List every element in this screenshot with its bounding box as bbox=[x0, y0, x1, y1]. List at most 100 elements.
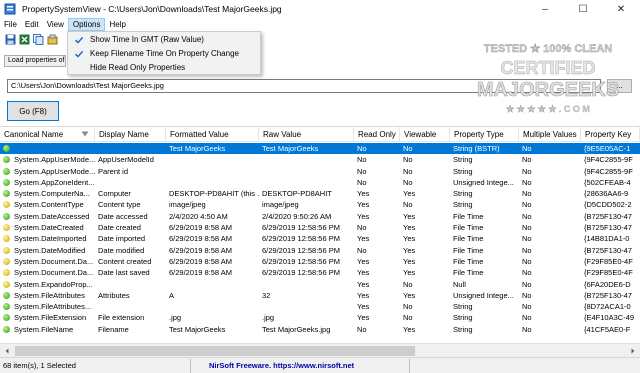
table-cell: 2/4/2020 4:50 AM bbox=[169, 211, 228, 221]
option-show-time-gmt[interactable]: Show Time In GMT (Raw Value) bbox=[68, 33, 260, 47]
table-row[interactable]: System.FileExtension File extension .jpg .j… bbox=[0, 312, 640, 323]
table-cell: image/jpeg bbox=[169, 200, 206, 210]
column-header[interactable]: Property Type bbox=[450, 127, 519, 142]
table-row[interactable]: System.ContentType Content type image/jpeg… bbox=[0, 199, 640, 210]
column-header[interactable]: Formatted Value bbox=[166, 127, 259, 142]
scroll-left-icon[interactable] bbox=[0, 344, 14, 358]
table-row[interactable]: System.FileAttributes... Yes No String No {8D… bbox=[0, 301, 640, 312]
table-cell: Yes bbox=[357, 211, 370, 221]
column-header[interactable]: Raw Value bbox=[259, 127, 354, 142]
table-cell: File Time bbox=[453, 234, 484, 244]
table-row[interactable]: System.FileAttributes Attributes A 32 Yes Yes… bbox=[0, 290, 640, 301]
column-header[interactable]: Multiple Values bbox=[519, 127, 581, 142]
menu-options[interactable]: Options bbox=[67, 18, 106, 31]
table-cell: Test MajorGeeks bbox=[262, 144, 319, 153]
table-cell: {28636AA6-9 bbox=[584, 189, 629, 199]
table-cell: {F29F85E0-4F bbox=[584, 256, 633, 266]
menu-file[interactable]: File bbox=[0, 18, 21, 31]
table-cell: No bbox=[357, 144, 367, 153]
table-cell: String bbox=[453, 313, 473, 323]
table-cell: 6/29/2019 8:58 AM bbox=[169, 268, 232, 278]
sort-descending-icon bbox=[81, 131, 89, 137]
minimize-button[interactable]: – bbox=[526, 0, 564, 18]
table-cell: No bbox=[522, 279, 532, 289]
close-button[interactable]: ✕ bbox=[602, 0, 640, 18]
table-cell: File Time bbox=[453, 211, 484, 221]
column-header[interactable]: Property Key bbox=[581, 127, 640, 142]
copy-icon[interactable] bbox=[32, 33, 44, 45]
table-cell: No bbox=[522, 200, 532, 210]
option-label: Hide Read Only Properties bbox=[90, 63, 186, 72]
table-row[interactable]: System.ComputerNa... Computer DESKTOP-PD8A… bbox=[0, 188, 640, 199]
status-dot-icon bbox=[3, 303, 10, 311]
scroll-right-icon[interactable] bbox=[626, 344, 640, 358]
table-row[interactable]: System.AppUserMode... Parent id No No String… bbox=[0, 166, 640, 177]
table-cell: {E4F10A3C-49 bbox=[584, 313, 635, 323]
table-cell: {9E5E05AC-1 bbox=[584, 144, 631, 153]
table-cell bbox=[166, 166, 259, 177]
table-cell: System.AppZoneIdent... bbox=[14, 177, 95, 187]
go-button[interactable]: Go (F8) bbox=[7, 101, 59, 121]
table-cell bbox=[95, 301, 166, 312]
table-cell: 6/29/2019 12:58:56 PM bbox=[262, 256, 340, 266]
save-icon[interactable] bbox=[4, 33, 16, 45]
status-dot-icon bbox=[3, 246, 10, 254]
table-cell: .jpg bbox=[169, 313, 182, 323]
table-cell: Test MajorGeeks bbox=[169, 324, 226, 334]
table-cell: No bbox=[522, 290, 532, 300]
table-row[interactable]: System.DateCreated Date created 6/29/2019 … bbox=[0, 222, 640, 233]
table-cell: No bbox=[522, 268, 532, 278]
option-hide-read-only[interactable]: Hide Read Only Properties bbox=[68, 61, 260, 75]
table-cell: Date accessed bbox=[98, 211, 148, 221]
table-row[interactable]: System.Document.Da... Date last saved 6/29… bbox=[0, 267, 640, 278]
load-properties-selector[interactable]: Load properties of bbox=[4, 55, 66, 67]
table-cell: System.ComputerNa... bbox=[14, 189, 90, 199]
table-cell: image/jpeg bbox=[262, 200, 299, 210]
table-row[interactable]: System.DateAccessed Date accessed 2/4/2020… bbox=[0, 211, 640, 222]
table-cell: Null bbox=[453, 279, 466, 289]
table-cell: DESKTOP-PD8AHIT bbox=[262, 189, 332, 199]
menu-edit[interactable]: Edit bbox=[21, 18, 43, 31]
table-row[interactable]: System.DateModified Date modified 6/29/201… bbox=[0, 245, 640, 256]
status-dot-icon bbox=[3, 235, 10, 243]
table-cell: 6/29/2019 8:58 AM bbox=[169, 256, 232, 266]
table-row[interactable]: System.DateImported Date imported 6/29/201… bbox=[0, 233, 640, 244]
table-cell: Yes bbox=[357, 313, 370, 323]
table-cell: Yes bbox=[403, 234, 416, 244]
table-cell: {B725F130-47 bbox=[584, 223, 632, 233]
table-cell: Unsigned Intege... bbox=[453, 290, 514, 300]
table-cell: {B725F130-47 bbox=[584, 245, 632, 255]
column-header[interactable]: Read Only bbox=[354, 127, 400, 142]
table-cell: .jpg bbox=[262, 313, 275, 323]
column-header[interactable]: Viewable bbox=[400, 127, 450, 142]
table-row[interactable]: System.AppZoneIdent... No No Unsigned Integ… bbox=[0, 177, 640, 188]
column-header[interactable]: Display Name bbox=[95, 127, 166, 142]
table-cell: System.DateImported bbox=[14, 234, 87, 244]
horizontal-scrollbar[interactable] bbox=[0, 343, 640, 357]
table-cell: Yes bbox=[403, 324, 416, 334]
maximize-button[interactable]: ☐ bbox=[564, 0, 602, 18]
status-dot-icon bbox=[3, 178, 10, 186]
table-cell: No bbox=[403, 177, 413, 187]
menu-help[interactable]: Help bbox=[105, 18, 129, 31]
menu-view[interactable]: View bbox=[43, 18, 68, 31]
table-row[interactable]: System.AppUserMode... AppUserModelId No No S… bbox=[0, 154, 640, 165]
option-keep-filename-time[interactable]: Keep Filename Time On Property Change bbox=[68, 47, 260, 61]
table-cell: Filename bbox=[98, 324, 129, 334]
status-dot-icon bbox=[3, 257, 10, 265]
table-row[interactable]: System.FileName Filename Test MajorGeeks Te… bbox=[0, 324, 640, 335]
table-cell: 2/4/2020 9:50:26 AM bbox=[262, 211, 332, 221]
table-cell bbox=[11, 143, 95, 154]
table-cell: System.AppUserMode... bbox=[14, 166, 95, 176]
table-row[interactable]: Test MajorGeeks Test MajorGeeks No No String… bbox=[0, 143, 640, 155]
properties-icon[interactable] bbox=[46, 33, 58, 45]
excel-export-icon[interactable] bbox=[18, 33, 30, 45]
nirsoft-link[interactable]: NirSoft Freeware. https://www.nirsoft.ne… bbox=[190, 359, 410, 373]
majorgeeks-watermark-logo: TESTED ★ 100% CLEAN CERTIFIED MAJORGEEKS… bbox=[477, 43, 620, 114]
scrollbar-thumb[interactable] bbox=[15, 346, 415, 356]
option-label: Keep Filename Time On Property Change bbox=[90, 49, 239, 58]
window-title: PropertySystemView - C:\Users\Jon\Downlo… bbox=[22, 4, 282, 14]
table-row[interactable]: System.Document.Da... Content created 6/29… bbox=[0, 256, 640, 267]
table-row[interactable]: System.ExpandoProp... Yes No Null No {6FA20DE… bbox=[0, 279, 640, 290]
table-cell: String bbox=[453, 155, 473, 165]
